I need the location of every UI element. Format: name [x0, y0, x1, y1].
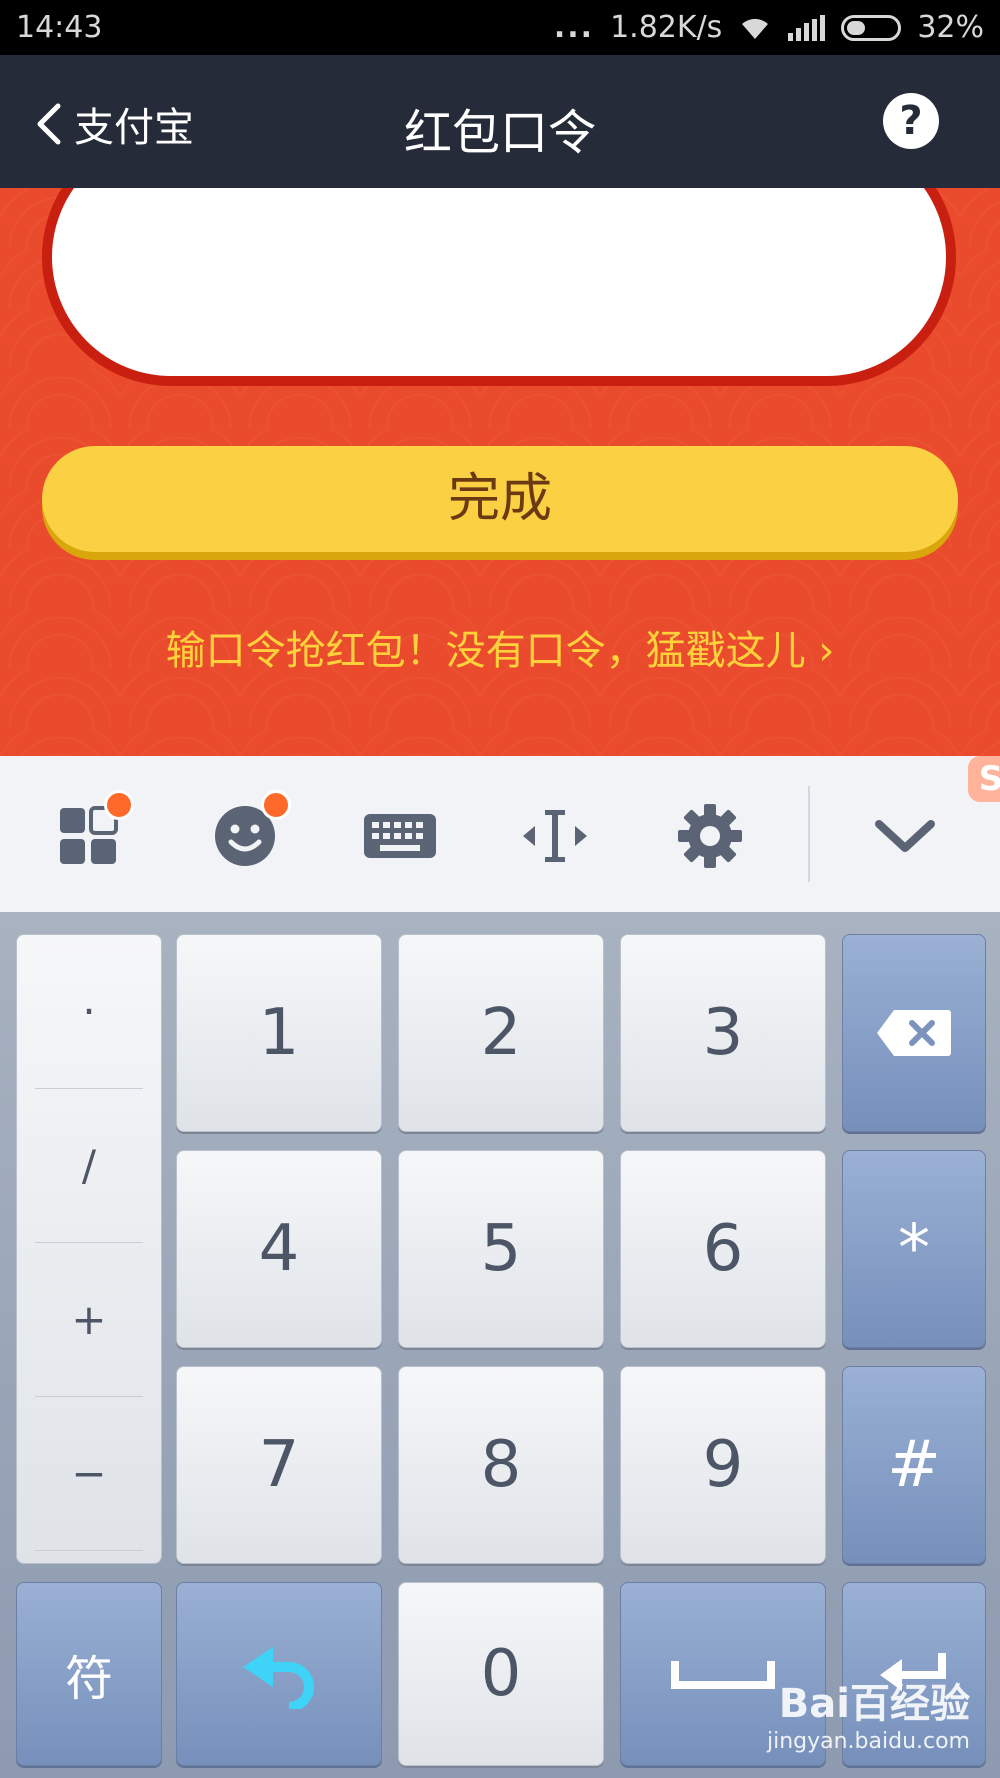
battery-icon	[841, 14, 902, 41]
key-plus[interactable]: +	[35, 1243, 143, 1397]
key-8[interactable]: 8	[398, 1366, 604, 1564]
key-6[interactable]: 6	[620, 1150, 826, 1348]
red-packet-panel: 完成 输口令抢红包！没有口令，猛戳这儿 ›	[0, 188, 1000, 756]
passcode-hint-link[interactable]: 输口令抢红包！没有口令，猛戳这儿 ›	[0, 618, 1000, 676]
key-9[interactable]: 9	[620, 1366, 826, 1564]
key-0[interactable]: 0	[398, 1582, 604, 1766]
keyboard-icon	[364, 814, 436, 858]
watermark-brand: Bai百经验	[778, 1681, 970, 1727]
key-3[interactable]: 3	[620, 934, 826, 1132]
undo-arrow-icon	[243, 1647, 314, 1709]
key-7[interactable]: 7	[176, 1366, 382, 1564]
key-minus[interactable]: −	[35, 1397, 143, 1551]
ime-toolbar: S	[0, 756, 1000, 912]
baidu-watermark: Bai百经验 jingyan.baidu.com	[767, 1671, 970, 1754]
battery-level	[847, 20, 865, 35]
toolbar-divider	[808, 786, 810, 882]
apps-button[interactable]	[48, 790, 134, 876]
wifi-icon	[742, 18, 769, 39]
passcode-input[interactable]	[42, 188, 956, 386]
emoji-badge	[261, 790, 291, 820]
key-1[interactable]: 1	[176, 934, 382, 1132]
key-2[interactable]: 2	[398, 934, 604, 1132]
return-mode-key[interactable]	[176, 1582, 382, 1766]
symbol-mode-key[interactable]: 符	[16, 1582, 162, 1766]
status-time: 14:43	[16, 10, 103, 45]
numeric-keyboard: · / + − 1 2 3 4 5 6 * 7 8 9 # 符 0 Bai百经验…	[0, 912, 1000, 1778]
backspace-icon	[877, 1010, 951, 1056]
network-speed: 1.82K/s	[610, 10, 723, 45]
status-bar: 14:43 ... 1.82K/s 32%	[0, 0, 1000, 55]
settings-button[interactable]	[670, 796, 750, 876]
cursor-icon	[523, 810, 587, 862]
key-hash[interactable]: #	[842, 1366, 986, 1564]
key-5[interactable]: 5	[398, 1150, 604, 1348]
battery-percent: 32%	[917, 10, 984, 45]
status-right-group: ... 1.82K/s 32%	[554, 10, 984, 45]
emoji-button[interactable]	[205, 790, 291, 876]
nav-bar: 支付宝 红包口令 ?	[0, 55, 1000, 188]
page-title: 红包口令	[403, 105, 596, 161]
symbol-column: · / + −	[16, 934, 162, 1564]
apps-badge	[104, 790, 134, 820]
collapse-keyboard-button[interactable]	[865, 796, 945, 876]
key-4[interactable]: 4	[176, 1150, 382, 1348]
backspace-key[interactable]	[842, 934, 986, 1132]
done-button[interactable]: 完成	[42, 446, 958, 552]
cursor-button[interactable]	[515, 796, 595, 876]
key-asterisk[interactable]: *	[842, 1150, 986, 1348]
settings-icon	[678, 804, 742, 868]
signal-icon	[788, 14, 826, 41]
key-slash[interactable]: /	[35, 1089, 143, 1243]
keyboard-switch-button[interactable]	[360, 796, 440, 876]
space-icon	[671, 1661, 775, 1689]
chevron-down-icon	[875, 820, 935, 852]
help-icon[interactable]: ?	[883, 93, 939, 149]
ime-logo-icon: S	[968, 756, 1000, 802]
key-dot[interactable]: ·	[35, 935, 143, 1089]
watermark-url: jingyan.baidu.com	[766, 1729, 970, 1754]
notification-dots: ...	[553, 10, 595, 45]
